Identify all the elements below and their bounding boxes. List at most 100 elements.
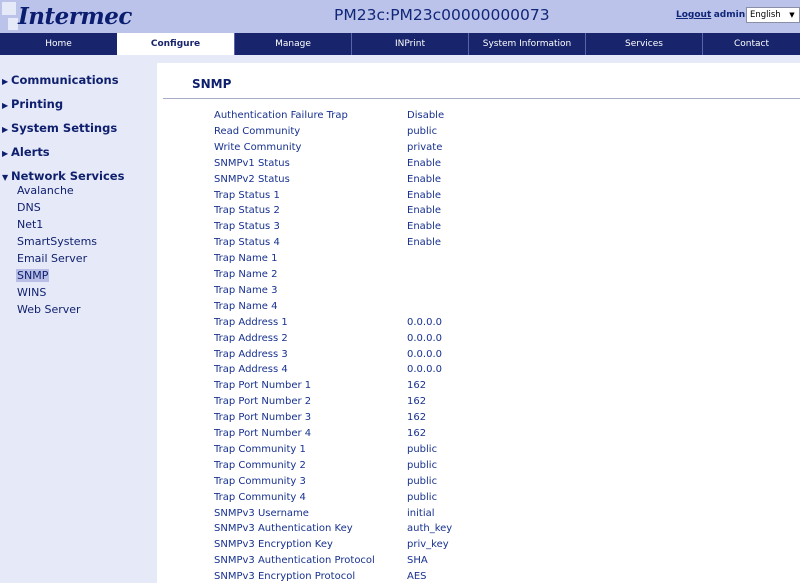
setting-label: Trap Status 2	[214, 205, 280, 216]
setting-value: auth_key	[407, 523, 453, 534]
setting-label: Trap Port Number 2	[214, 396, 312, 407]
setting-value: public	[407, 460, 438, 471]
setting-label: Trap Community 3	[214, 476, 306, 487]
intermec-logo: Intermec	[0, 0, 140, 33]
sidebar-category-label: Printing	[11, 97, 64, 111]
setting-label: Trap Port Number 1	[214, 380, 312, 391]
language-select-value: English	[750, 10, 781, 20]
setting-label: SNMPv3 Encryption Key	[214, 539, 333, 550]
setting-value: Enable	[407, 205, 442, 216]
sidebar-category-printing[interactable]: ▶ Printing	[2, 97, 63, 111]
expand-triangle-icon: ▶	[2, 149, 9, 158]
setting-value: 162	[407, 396, 427, 407]
setting-value: SHA	[407, 555, 428, 566]
sidebar-category-label: Communications	[11, 73, 119, 87]
setting-label: Trap Name 2	[214, 269, 278, 280]
setting-value: 0.0.0.0	[407, 349, 442, 360]
setting-label: Trap Community 1	[214, 444, 306, 455]
page-title: SNMP	[192, 77, 232, 91]
sidebar-category-label: Network Services	[11, 169, 125, 183]
setting-label: SNMPv3 Username	[214, 508, 309, 519]
sidebar-item-net1[interactable]: Net1	[17, 218, 43, 231]
setting-value: public	[407, 444, 438, 455]
main-nav: Home Configure Manage INPrint System Inf…	[0, 33, 800, 55]
setting-value: 162	[407, 380, 427, 391]
chevron-down-icon: ▼	[789, 11, 795, 19]
setting-value: initial	[407, 508, 435, 519]
setting-label: Trap Address 2	[214, 333, 288, 344]
tab-system-information[interactable]: System Information	[468, 33, 585, 55]
setting-label: Trap Status 4	[214, 237, 280, 248]
sidebar-category-label: System Settings	[11, 121, 118, 135]
sidebar-item-web-server[interactable]: Web Server	[17, 303, 81, 316]
setting-label: Trap Address 3	[214, 349, 288, 360]
setting-value: 0.0.0.0	[407, 333, 442, 344]
expand-triangle-icon: ▶	[2, 77, 9, 86]
tab-contact[interactable]: Contact	[702, 33, 800, 55]
setting-value: 162	[407, 412, 427, 423]
collapse-triangle-icon: ▼	[2, 173, 9, 182]
sidebar-item-snmp[interactable]: SNMP	[16, 269, 50, 282]
sidebar-item-dns[interactable]: DNS	[17, 201, 41, 214]
logout-link[interactable]: Logout	[676, 10, 711, 20]
setting-label: Trap Name 4	[214, 301, 278, 312]
setting-label: SNMPv3 Authentication Key	[214, 523, 353, 534]
setting-label: SNMPv3 Authentication Protocol	[214, 555, 375, 566]
setting-label: Trap Community 4	[214, 492, 306, 503]
logo-decoration-square	[2, 2, 16, 15]
setting-label: Trap Status 3	[214, 221, 280, 232]
setting-value: priv_key	[407, 539, 449, 550]
setting-value: 0.0.0.0	[407, 364, 442, 375]
sidebar-item-email-server[interactable]: Email Server	[17, 252, 87, 265]
setting-value: Enable	[407, 237, 442, 248]
header-bar: Intermec PM23c:PM23c00000000073 Logout :…	[0, 0, 800, 33]
setting-label: SNMPv3 Encryption Protocol	[214, 571, 356, 582]
setting-value: Enable	[407, 174, 442, 185]
main-content: SNMP Authentication Failure Trap Disable R…	[157, 63, 800, 583]
setting-label: Trap Name 1	[214, 253, 278, 264]
setting-label: Trap Community 2	[214, 460, 306, 471]
tab-configure[interactable]: Configure	[117, 33, 234, 55]
current-user-label: : admin	[707, 10, 746, 20]
setting-label: Trap Status 1	[214, 190, 280, 201]
tab-services[interactable]: Services	[585, 33, 702, 55]
logo-text: Intermec	[18, 3, 132, 30]
tab-manage[interactable]: Manage	[234, 33, 351, 55]
setting-label: Trap Port Number 4	[214, 428, 312, 439]
setting-value: 162	[407, 428, 427, 439]
sidebar-category-system-settings[interactable]: ▶ System Settings	[2, 121, 117, 135]
expand-triangle-icon: ▶	[2, 101, 9, 110]
tab-home[interactable]: Home	[0, 33, 117, 55]
sidebar-category-label: Alerts	[11, 145, 50, 159]
setting-value: public	[407, 492, 438, 503]
setting-value: 0.0.0.0	[407, 317, 442, 328]
setting-label: SNMPv2 Status	[214, 174, 290, 185]
setting-value: public	[407, 476, 438, 487]
tab-inprint[interactable]: INPrint	[351, 33, 468, 55]
setting-value: private	[407, 142, 443, 153]
language-select[interactable]: English ▼	[746, 7, 800, 23]
sidebar-category-alerts[interactable]: ▶ Alerts	[2, 145, 50, 159]
expand-triangle-icon: ▶	[2, 125, 9, 134]
setting-label: Trap Name 3	[214, 285, 278, 296]
setting-value: Enable	[407, 190, 442, 201]
setting-value: Enable	[407, 221, 442, 232]
sidebar-category-network-services[interactable]: ▼ Network Services	[2, 169, 124, 183]
logo-decoration-square	[8, 18, 18, 30]
sidebar-item-wins[interactable]: WINS	[17, 286, 46, 299]
setting-label: Trap Address 1	[214, 317, 288, 328]
setting-label: Trap Address 4	[214, 364, 288, 375]
device-title: PM23c:PM23c00000000073	[334, 6, 550, 24]
setting-label: Write Community	[214, 142, 302, 153]
title-divider	[163, 98, 800, 99]
sidebar: ▶ Communications ▶ Printing ▶ System Settin…	[0, 63, 157, 583]
nav-divider-strip	[0, 55, 800, 63]
setting-label: Authentication Failure Trap	[214, 110, 348, 121]
setting-value: public	[407, 126, 438, 137]
sidebar-item-avalanche[interactable]: Avalanche	[17, 184, 74, 197]
sidebar-category-communications[interactable]: ▶ Communications	[2, 73, 119, 87]
sidebar-item-smartsystems[interactable]: SmartSystems	[17, 235, 97, 248]
setting-value: Enable	[407, 158, 442, 169]
setting-value: Disable	[407, 110, 445, 121]
setting-value: AES	[407, 571, 427, 582]
